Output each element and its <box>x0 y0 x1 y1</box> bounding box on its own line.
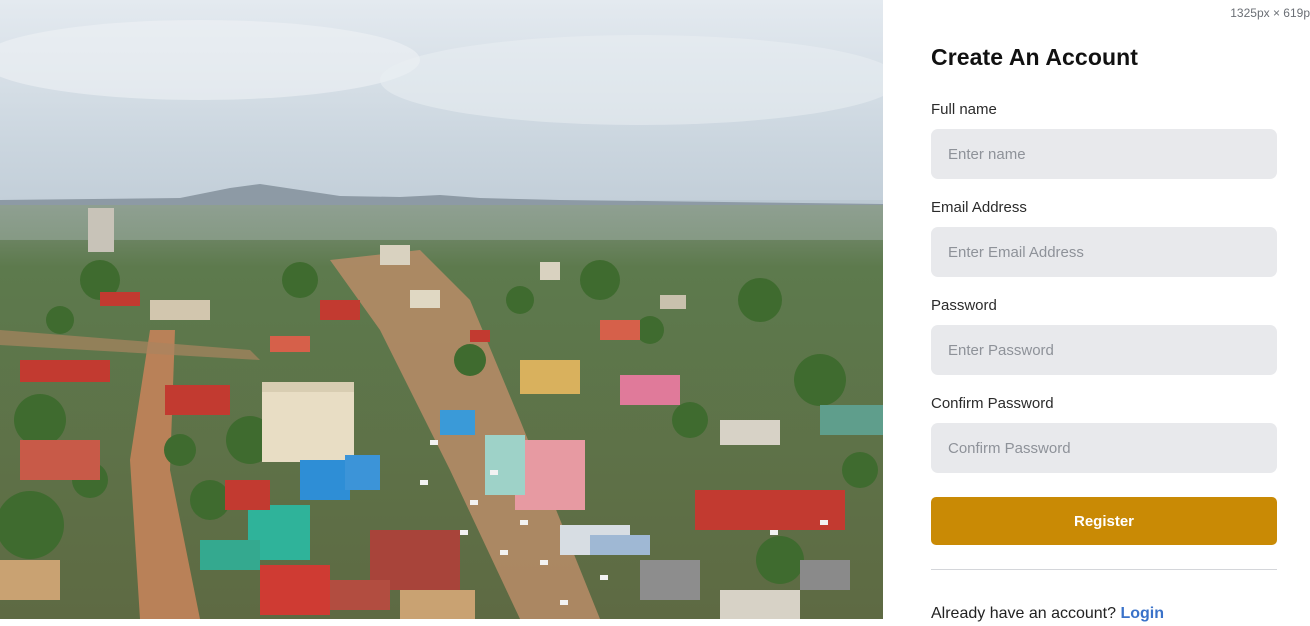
confirm-password-label: Confirm Password <box>931 395 1054 412</box>
page-title: Create An Account <box>931 44 1139 70</box>
email-input[interactable] <box>931 227 1277 277</box>
password-input[interactable] <box>931 325 1277 375</box>
login-link[interactable]: Login <box>1120 605 1164 622</box>
login-prompt: Already have an account? Login <box>931 605 1164 623</box>
hero-image <box>0 0 883 619</box>
password-label: Password <box>931 297 997 314</box>
dimension-readout: 1325px × 619p <box>1230 6 1310 20</box>
divider <box>931 569 1277 570</box>
aerial-city-illustration <box>0 0 883 619</box>
login-prompt-text: Already have an account? <box>931 605 1117 622</box>
register-page: 1325px × 619p Create An Account Full nam… <box>0 0 1310 626</box>
email-label: Email Address <box>931 199 1027 216</box>
confirm-password-input[interactable] <box>931 423 1277 473</box>
full-name-input[interactable] <box>931 129 1277 179</box>
full-name-label: Full name <box>931 101 997 118</box>
register-button[interactable]: Register <box>931 497 1277 545</box>
